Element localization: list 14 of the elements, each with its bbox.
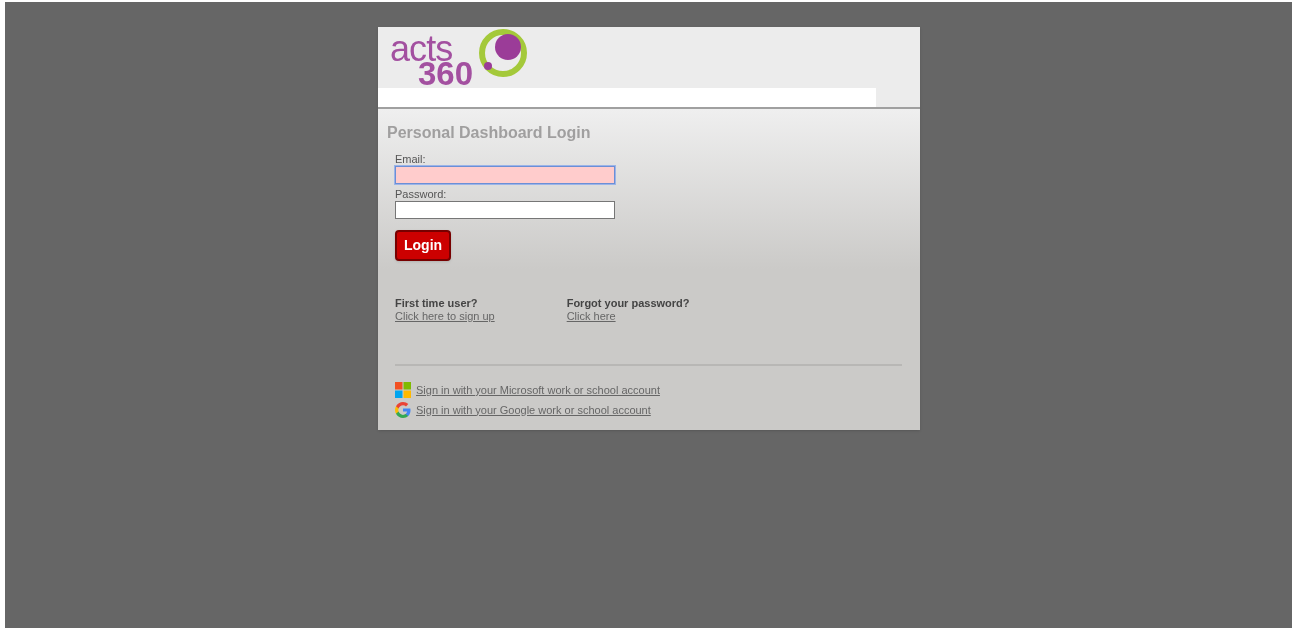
help-link[interactable]: Click here to sign up [395,310,495,323]
field-label: Password: [395,188,448,201]
input-field[interactable] [395,201,615,219]
g-logo-icon [395,401,411,418]
squares-logo-icon [395,382,411,399]
field-label: Email: [395,153,427,166]
help-link[interactable]: Click here [566,310,616,323]
page-title: Personal Dashboard Login [387,123,592,143]
sign-in-link[interactable]: Sign in with your Google work or school account [416,401,651,418]
login-button[interactable]: Login [395,230,452,261]
help-question: Forgot your password? [566,297,690,310]
help-question: First time user? [395,297,479,310]
input-field[interactable] [395,166,615,184]
sign-in-link[interactable]: Sign in with your Microsoft work or school account [416,382,660,399]
